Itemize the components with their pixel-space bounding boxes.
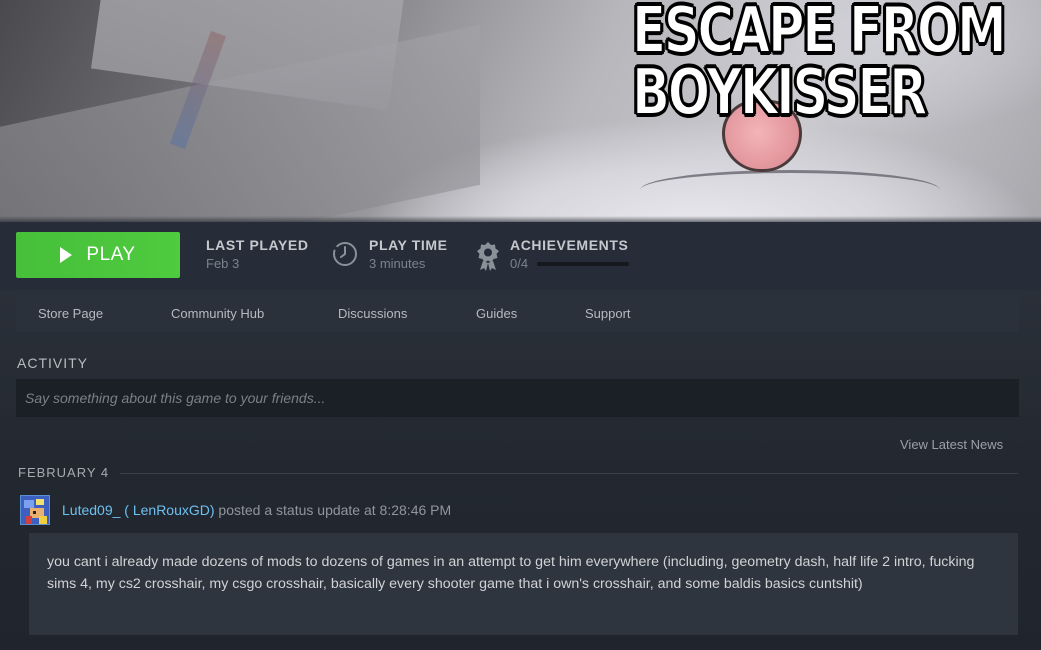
status-update-input[interactable] (16, 379, 1019, 417)
play-icon (60, 247, 73, 263)
play-button[interactable]: PLAY (16, 232, 180, 278)
activity-heading: ACTIVITY (17, 355, 89, 371)
last-played-value: Feb 3 (206, 256, 240, 271)
nav-discussions[interactable]: Discussions (338, 306, 407, 321)
nav-support[interactable]: Support (585, 306, 631, 321)
game-nav-bar: Store Page Community Hub Discussions Gui… (16, 294, 1019, 332)
clock-icon (333, 242, 357, 266)
last-played-label: LAST PLAYED (206, 237, 309, 253)
nav-guides[interactable]: Guides (476, 306, 517, 321)
hero-art-mouth (640, 170, 940, 210)
nav-store-page[interactable]: Store Page (38, 306, 103, 321)
logo-line-2: BOYKISSER (631, 56, 928, 130)
last-played-stat: LAST PLAYED Feb 3 (206, 237, 309, 271)
play-time-stat: PLAY TIME 3 minutes (369, 237, 448, 271)
status-update-body: you cant i already made dozens of mods t… (29, 533, 1018, 635)
game-stats-bar: PLAY LAST PLAYED Feb 3 PLAY TIME 3 minut… (0, 222, 1041, 290)
post-header: Luted09_ ( LenRouxGD) posted a status up… (62, 502, 451, 518)
achievements-progress-bar (537, 262, 629, 266)
avatar-image (21, 496, 49, 524)
game-logo-title: ESCAPE FROM BOYKISSER (631, 0, 1007, 130)
game-hero-banner: ESCAPE FROM BOYKISSER (0, 0, 1041, 222)
play-button-label: PLAY (86, 244, 136, 265)
post-username-link[interactable]: Luted09_ ( LenRouxGD) (62, 502, 215, 518)
date-divider (120, 473, 1018, 474)
view-latest-news-link[interactable]: View Latest News (900, 437, 1003, 452)
activity-date-header: FEBRUARY 4 (18, 465, 110, 480)
achievements-label: ACHIEVEMENTS (510, 237, 629, 253)
post-action-text: posted a status update at 8:28:46 PM (214, 502, 452, 518)
status-update-text: you cant i already made dozens of mods t… (47, 554, 975, 592)
nav-community-hub[interactable]: Community Hub (171, 306, 264, 321)
play-time-label: PLAY TIME (369, 237, 448, 253)
avatar[interactable] (20, 495, 50, 525)
play-time-value: 3 minutes (369, 256, 426, 271)
achievement-ribbon-icon[interactable] (476, 241, 500, 271)
logo-line-1: ESCAPE FROM (631, 0, 1007, 68)
